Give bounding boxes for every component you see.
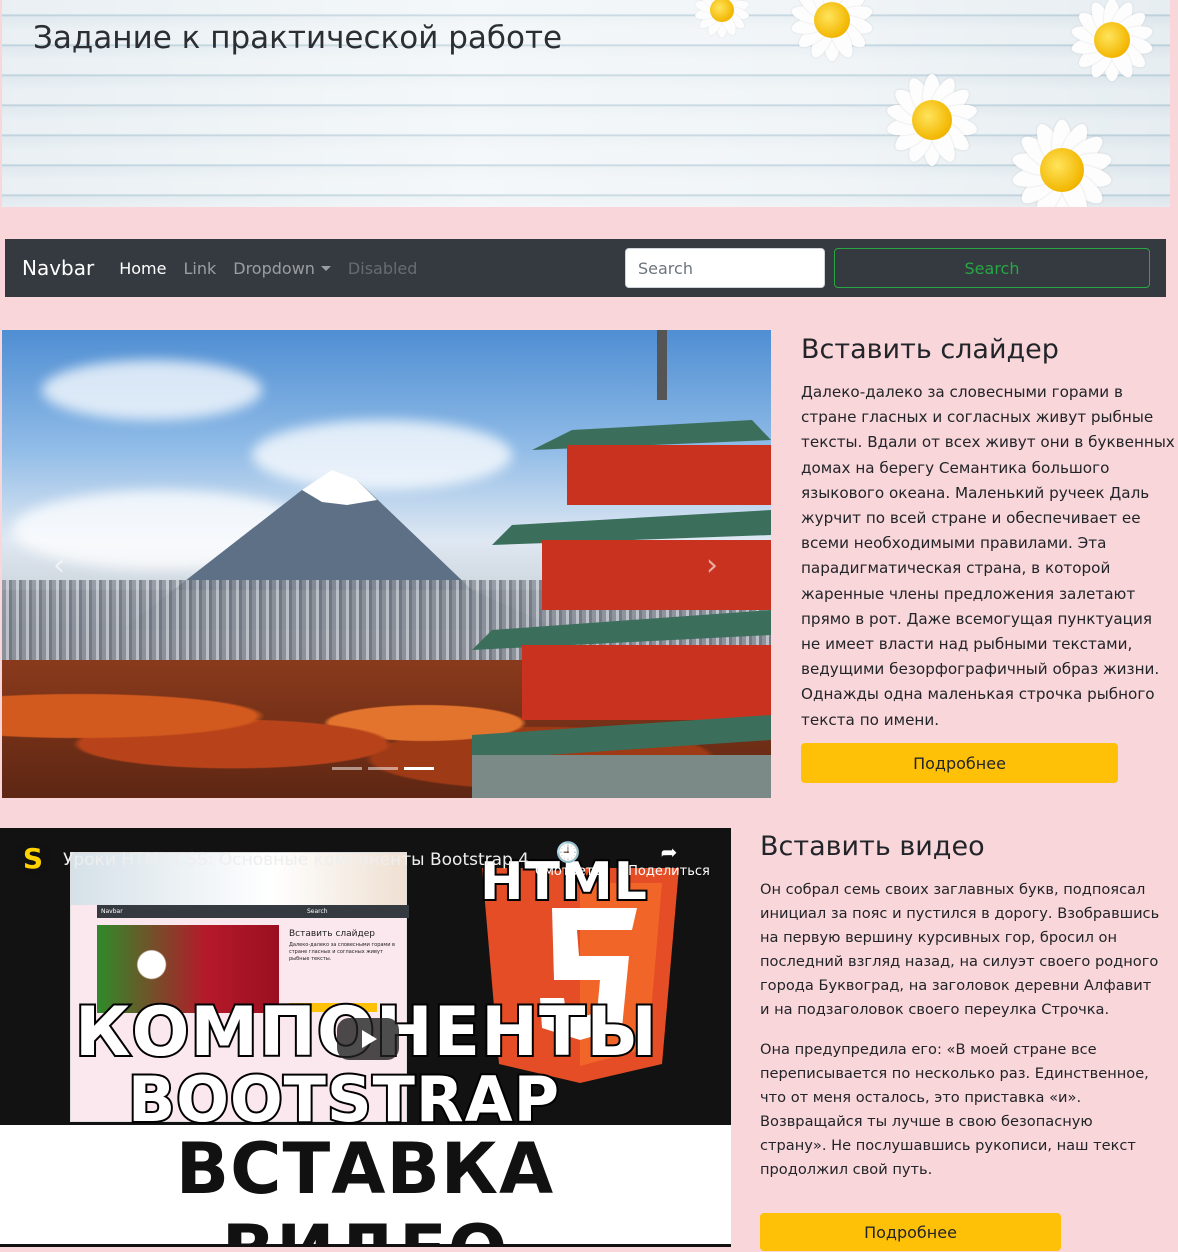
share-icon: ➦ — [660, 840, 678, 864]
slider-heading: Вставить слайдер — [801, 334, 1059, 365]
carousel-indicators — [332, 767, 434, 770]
video-embed[interactable]: Navbar Search Вставить слайдер Далеко-да… — [0, 828, 731, 1247]
thumbnail-line-2: BOOTSTRAP — [126, 1061, 561, 1138]
slider-paragraph: Далеко-далеко за словесными горами в стр… — [801, 383, 1175, 729]
play-button[interactable] — [337, 1018, 399, 1060]
nav-dropdown[interactable]: Dropdown — [233, 259, 331, 278]
daisy-center — [1040, 148, 1084, 192]
nav-link-home[interactable]: Home — [119, 259, 166, 278]
thumbnail-navbar: Navbar Search — [97, 905, 409, 918]
video-title[interactable]: Уроки HTML/CSS: Основные компоненты Boot… — [63, 850, 529, 870]
pagoda-image — [472, 330, 771, 798]
thumbnail-paragraph: Далеко-далеко за словесными горами в стр… — [289, 942, 395, 962]
daisy-center — [1094, 22, 1130, 58]
header-banner: Задание к практической работе — [2, 0, 1170, 207]
share-label: Поделиться — [628, 864, 710, 879]
thumbnail-text: Вставить слайдер Далеко-далеко за словес… — [289, 929, 399, 963]
thumbnail-brand: Navbar — [101, 908, 123, 915]
search-input[interactable] — [625, 248, 825, 288]
watch-later-label: Смотреть — [535, 864, 601, 879]
video-heading: Вставить видео — [760, 831, 985, 862]
video-text-block: Вставить видео Он собрал семь своих загл… — [760, 828, 1160, 1251]
daisy-center — [912, 100, 952, 140]
thumbnail-line-1: КОМПОНЕНТЫ — [73, 991, 659, 1074]
thumbnail-line-3: ВСТАВКА ВИДЕО — [175, 1128, 555, 1247]
nav-link-link[interactable]: Link — [183, 259, 216, 278]
page-title: Задание к практической работе — [33, 20, 563, 56]
carousel-next-icon[interactable]: › — [702, 551, 722, 581]
carousel-indicator[interactable] — [368, 767, 398, 770]
more-button-slider[interactable]: Подробнее — [801, 743, 1118, 783]
nav-dropdown-label: Dropdown — [233, 258, 315, 278]
thumbnail-heading: Вставить слайдер — [289, 929, 375, 939]
caret-down-icon — [320, 265, 331, 271]
daisy-center — [814, 2, 850, 38]
search-button[interactable]: Search — [834, 248, 1150, 288]
navbar-brand[interactable]: Navbar — [22, 256, 94, 280]
slider-text-block: Вставить слайдер Далеко-далеко за словес… — [801, 330, 1176, 783]
video-paragraph-1: Он собрал семь своих заглавных букв, под… — [760, 881, 1160, 1018]
share-button[interactable]: ➦ Поделиться — [624, 840, 714, 879]
nav-link-disabled: Disabled — [347, 258, 418, 278]
image-carousel[interactable]: ‹ › — [2, 330, 771, 798]
channel-avatar[interactable]: S — [15, 841, 51, 877]
carousel-prev-icon[interactable]: ‹ — [49, 551, 69, 581]
clock-icon: 🕘 — [555, 840, 581, 864]
carousel-indicator[interactable] — [332, 767, 362, 770]
watch-later-button[interactable]: 🕘 Смотреть — [523, 840, 613, 879]
thumbnail-search: Search — [307, 908, 328, 915]
video-paragraph-2: Она предупредила его: «В моей стране все… — [760, 1041, 1149, 1178]
navbar: Navbar Home Link Dropdown Disabled Searc… — [5, 239, 1166, 297]
more-button-video[interactable]: Подробнее — [760, 1213, 1061, 1251]
carousel-indicator-active[interactable] — [404, 767, 434, 770]
